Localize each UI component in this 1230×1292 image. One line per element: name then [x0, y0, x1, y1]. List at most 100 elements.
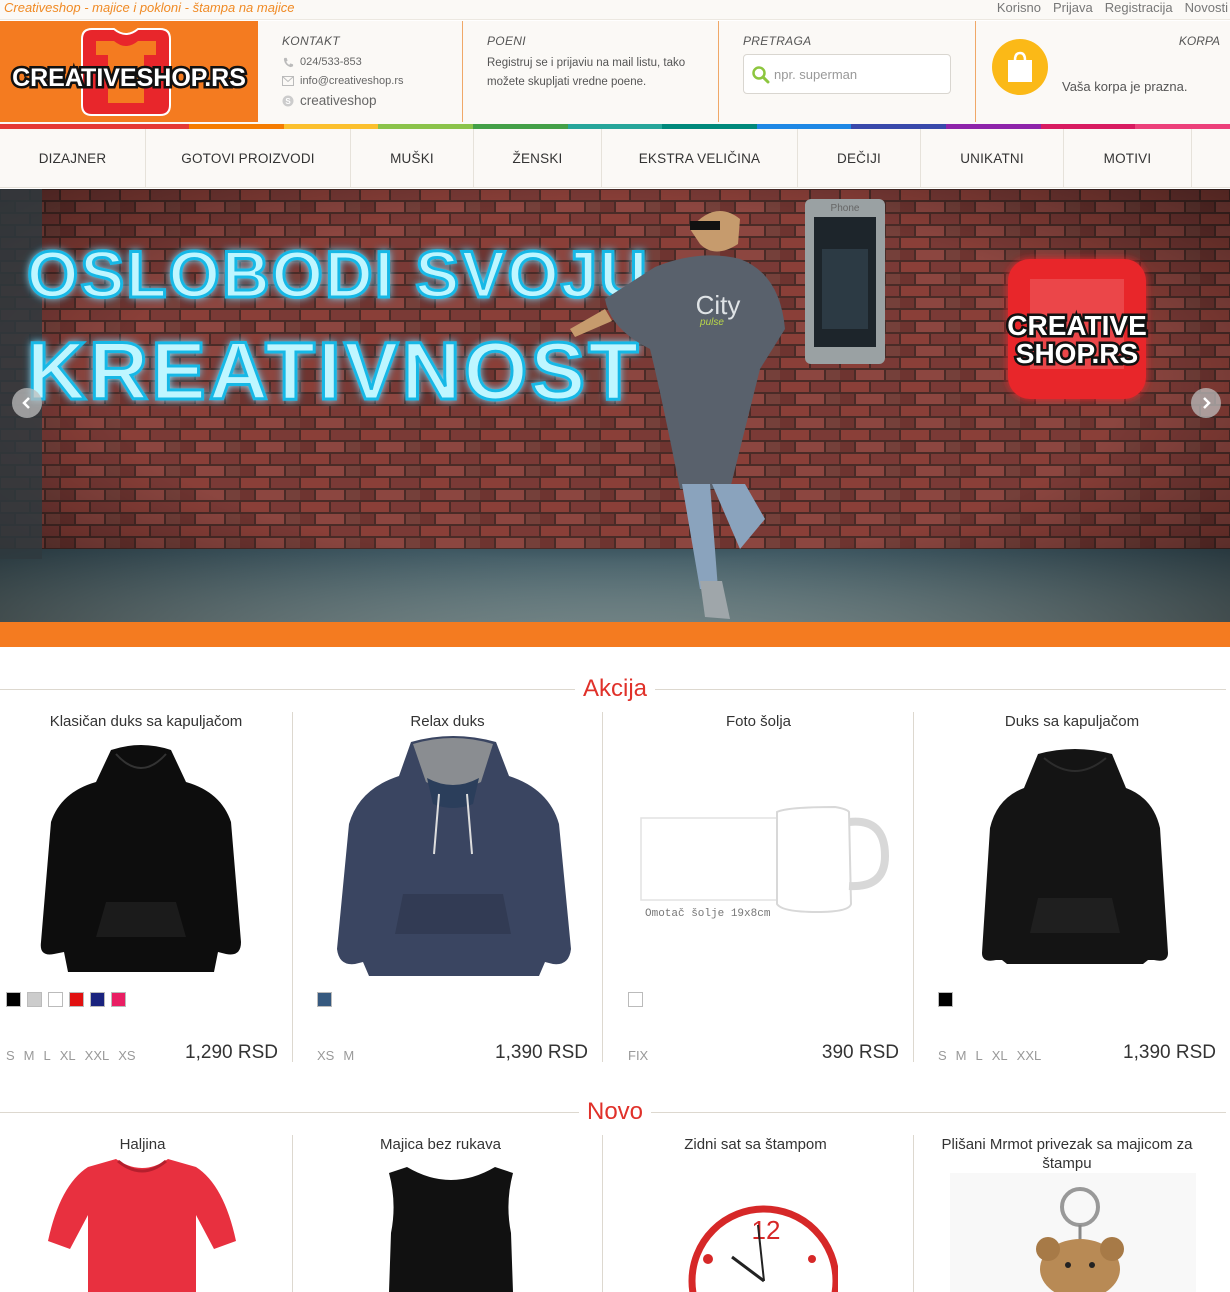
top-link-prijava[interactable]: Prijava: [1053, 0, 1093, 16]
product-image[interactable]: 12: [688, 1205, 838, 1292]
search-box[interactable]: [743, 54, 951, 94]
color-swatch[interactable]: [27, 992, 42, 1007]
nav-item-unikatni[interactable]: UNIKATNI: [921, 129, 1064, 188]
top-link-korisno[interactable]: Korisno: [997, 0, 1041, 16]
size-option[interactable]: M: [24, 1048, 35, 1063]
product-card[interactable]: Zidni sat sa štampom 12: [622, 1135, 907, 1292]
product-title[interactable]: Relax duks: [302, 712, 593, 731]
product-title[interactable]: Zidni sat sa štampom: [613, 1135, 898, 1154]
size-option[interactable]: XL: [992, 1048, 1008, 1063]
shirt-print-text: City: [696, 290, 741, 320]
size-option[interactable]: XXL: [85, 1048, 110, 1063]
size-option[interactable]: M: [343, 1048, 354, 1063]
product-image[interactable]: Omotač šolje 19x8cm: [637, 804, 892, 929]
product-card[interactable]: Majica bez rukava: [311, 1135, 596, 1292]
color-swatch[interactable]: [628, 992, 643, 1007]
section-title-sale: Akcija: [0, 675, 1230, 705]
top-link-registracija[interactable]: Registracija: [1105, 0, 1173, 16]
points-label: POENI: [487, 34, 526, 48]
size-option[interactable]: L: [44, 1048, 51, 1063]
banner-headline-1: OSLOBODI SVOJU: [27, 237, 649, 311]
search-icon[interactable]: [752, 66, 770, 84]
svg-text:Phone: Phone: [831, 203, 860, 214]
product-price: 390 RSD: [821, 1042, 899, 1063]
divider: [292, 712, 293, 1062]
product-price: 1,290 RSD: [185, 1042, 278, 1063]
nav-item-dizajner[interactable]: DIZAJNER: [0, 129, 146, 188]
cart-label: KORPA: [1178, 34, 1220, 48]
search-input[interactable]: [774, 63, 944, 85]
cart-button[interactable]: [992, 39, 1048, 95]
product-title[interactable]: Haljina: [0, 1135, 285, 1154]
size-option[interactable]: L: [976, 1048, 983, 1063]
contact-label: KONTAKT: [282, 34, 340, 48]
nav-item-motivi[interactable]: MOTIVI: [1064, 129, 1192, 188]
contact-email[interactable]: info@creativeshop.rs: [282, 75, 404, 87]
color-swatches: [317, 992, 332, 1007]
mug-caption: Omotač šolje 19x8cm: [645, 908, 771, 920]
product-image[interactable]: [331, 734, 576, 979]
product-price: 1,390 RSD: [495, 1042, 588, 1063]
product-image[interactable]: [46, 1155, 238, 1292]
color-swatches: [628, 992, 643, 1007]
divider: [913, 712, 914, 1062]
nav-item-muski[interactable]: MUŠKI: [351, 129, 474, 188]
product-image[interactable]: [381, 1163, 521, 1292]
product-card[interactable]: Klasičan duks sa kapuljačom S M L XL XXL XS 1…: [0, 712, 292, 1063]
product-title[interactable]: Duks sa kapuljačom: [923, 712, 1221, 731]
product-title[interactable]: Plišani Mrmot privezak sa majicom za šta…: [922, 1135, 1212, 1173]
svg-text:SHOP.RS: SHOP.RS: [1016, 338, 1138, 369]
hero-banner[interactable]: OSLOBODI SVOJU KREATIVNOST Phone City pu…: [0, 189, 1230, 622]
carousel-prev-button[interactable]: [12, 388, 42, 418]
size-option[interactable]: S: [938, 1048, 947, 1063]
divider: [602, 712, 603, 1062]
svg-text:CREATIVE: CREATIVE: [1007, 310, 1147, 341]
product-image[interactable]: [950, 1173, 1196, 1292]
product-title[interactable]: Foto šolja: [613, 712, 904, 731]
product-card[interactable]: Relax duks XS M 1,390 RSD: [311, 712, 602, 1063]
nav-item-ekstra-velicina[interactable]: EKSTRA VELIČINA: [602, 129, 798, 188]
sale-heading: Akcija: [574, 675, 656, 702]
site-logo[interactable]: CREATIVESHOP.RS: [0, 21, 258, 122]
size-option[interactable]: FIX: [628, 1048, 648, 1063]
banner-logo: CREATIVE SHOP.RS: [1005, 259, 1149, 399]
chevron-right-icon: [1203, 397, 1211, 409]
product-image[interactable]: [978, 748, 1172, 968]
size-option[interactable]: M: [956, 1048, 967, 1063]
size-option[interactable]: XS: [317, 1048, 334, 1063]
product-card[interactable]: Plišani Mrmot privezak sa majicom za šta…: [932, 1135, 1222, 1292]
divider: [292, 1135, 293, 1292]
nav-item-zenski[interactable]: ŽENSKI: [474, 129, 602, 188]
site-tagline: Creativeshop - majice i pokloni - štampa…: [4, 0, 295, 15]
product-card[interactable]: Foto šolja Omotač šolje 19x8cm FIX 390 R…: [622, 712, 913, 1063]
banner-bottom-bar: [0, 622, 1230, 647]
color-swatches: [6, 992, 126, 1007]
size-option[interactable]: XL: [60, 1048, 76, 1063]
product-price: 1,390 RSD: [1123, 1042, 1216, 1063]
nav-item-gotovi-proizvodi[interactable]: GOTOVI PROIZVODI: [146, 129, 351, 188]
size-option[interactable]: XS: [118, 1048, 135, 1063]
color-swatch[interactable]: [317, 992, 332, 1007]
product-card[interactable]: Duks sa kapuljačom S M L XL XXL 1,390 RSD: [932, 712, 1230, 1063]
color-swatch[interactable]: [69, 992, 84, 1007]
color-swatch[interactable]: [6, 992, 21, 1007]
top-link-novosti[interactable]: Novosti: [1185, 0, 1228, 16]
product-title[interactable]: Klasičan duks sa kapuljačom: [0, 712, 292, 731]
product-title[interactable]: Majica bez rukava: [298, 1135, 583, 1154]
carousel-next-button[interactable]: [1191, 388, 1221, 418]
product-card[interactable]: Haljina: [0, 1135, 285, 1292]
contact-phone[interactable]: 024/533-853: [282, 56, 362, 68]
skype-icon: S: [282, 95, 294, 107]
color-swatch[interactable]: [48, 992, 63, 1007]
color-swatch[interactable]: [90, 992, 105, 1007]
nav-item-deciji[interactable]: DEČIJI: [798, 129, 921, 188]
size-option[interactable]: S: [6, 1048, 15, 1063]
color-swatch[interactable]: [111, 992, 126, 1007]
product-image[interactable]: [36, 742, 246, 977]
size-list: S M L XL XXL XS: [6, 1048, 136, 1063]
size-option[interactable]: XXL: [1017, 1048, 1042, 1063]
contact-skype[interactable]: S creativeshop: [282, 93, 377, 108]
contact-column: KONTAKT 024/533-853 info@creativeshop.rs…: [258, 21, 463, 122]
phone-icon: [282, 56, 294, 68]
color-swatch[interactable]: [938, 992, 953, 1007]
